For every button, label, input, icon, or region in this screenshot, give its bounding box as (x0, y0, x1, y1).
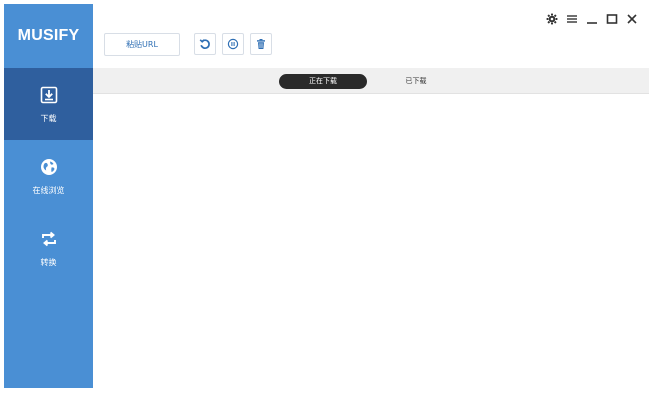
sidebar-item-label: 在线浏览 (32, 186, 65, 195)
tab-downloaded[interactable]: 已下载 (391, 74, 441, 89)
pause-icon (227, 35, 239, 54)
globe-icon (38, 156, 60, 178)
delete-button[interactable] (250, 33, 272, 55)
app-logo: MUSIFY (17, 27, 80, 44)
app-window: MUSIFY 下载 在线浏览 转换 粘贴URL 正在下载 已下载 (4, 4, 649, 388)
trash-icon (255, 35, 267, 54)
close-icon[interactable] (625, 12, 639, 26)
download-list-area (93, 94, 649, 388)
paste-url-button[interactable]: 粘贴URL (104, 32, 180, 56)
minimize-icon[interactable] (585, 12, 599, 26)
sidebar-item-label: 转换 (40, 258, 57, 267)
window-controls (545, 12, 639, 26)
maximize-icon[interactable] (605, 12, 619, 26)
gear-icon[interactable] (545, 12, 559, 26)
download-tabs: 正在下载 已下载 (93, 68, 649, 94)
sidebar-item-download[interactable]: 下载 (4, 68, 93, 140)
menu-icon[interactable] (565, 12, 579, 26)
toolbar: 粘贴URL (104, 32, 272, 56)
sidebar-item-browse[interactable]: 在线浏览 (4, 140, 93, 212)
sidebar-item-convert[interactable]: 转换 (4, 212, 93, 284)
pause-button[interactable] (222, 33, 244, 55)
sidebar: MUSIFY 下载 在线浏览 转换 (4, 4, 93, 388)
tab-downloading[interactable]: 正在下载 (279, 74, 367, 89)
refresh-icon (199, 35, 211, 54)
download-icon (38, 84, 60, 106)
refresh-button[interactable] (194, 33, 216, 55)
sidebar-item-label: 下载 (40, 114, 57, 123)
convert-icon (38, 228, 60, 250)
